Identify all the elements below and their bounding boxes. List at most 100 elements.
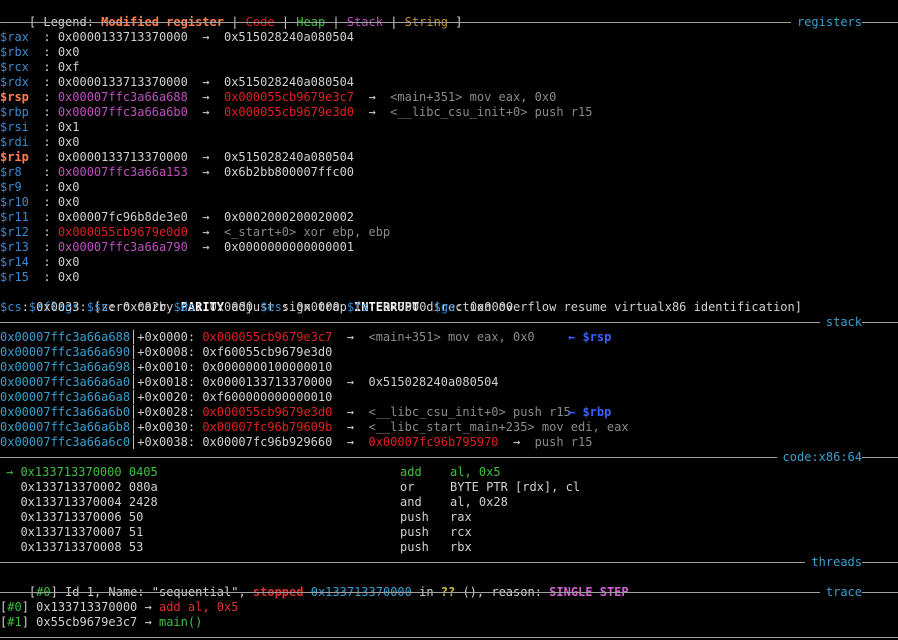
register-row[interactable]: $r9 : 0x0 [0, 180, 80, 195]
stack-address: 0x00007ffc3a66a690 [0, 345, 131, 359]
register-name: $rdi [0, 135, 29, 149]
stack-value: 0x00007fc96b929660 [202, 435, 333, 449]
stack-row[interactable]: 0x00007ffc3a66a6b0│+0x0028: 0x000055cb96… [0, 405, 571, 420]
stack-colon: : [187, 360, 203, 374]
instruction-address: 0x133713370002 [20, 480, 122, 494]
deref-value: 0x000055cb9679e3c7 [223, 90, 355, 104]
deref-arrow: → [187, 105, 224, 119]
register-row[interactable]: $r12 : 0x000055cb9679e0d0 → <_start+0> x… [0, 225, 390, 240]
trace-frame[interactable]: [#0] 0x133713370000 → add al, 0x5 [0, 600, 238, 615]
stack-colon: : [187, 435, 203, 449]
register-row[interactable]: $rcx : 0xf [0, 60, 80, 75]
deref-arrow: → [187, 210, 224, 224]
register-row[interactable]: $rsi : 0x1 [0, 120, 80, 135]
deref-value: <_start+0> xor ebp, ebp [223, 225, 391, 239]
stack-row[interactable]: 0x00007ffc3a66a6a0│+0x0018: 0x0000133713… [0, 375, 499, 390]
stack-value: 0x000055cb9679e3d0 [202, 405, 333, 419]
pc-marker [6, 540, 20, 554]
instruction-row[interactable]: 0x133713370008 53 [6, 540, 143, 555]
register-row[interactable]: $r10 : 0x0 [0, 195, 80, 210]
pc-marker [6, 525, 20, 539]
stack-row[interactable]: 0x00007ffc3a66a6a8│+0x0020: 0xf600000000… [0, 390, 332, 405]
register-value: 0x00007ffc3a66a790 [57, 240, 188, 254]
trace-section-label: trace [819, 585, 862, 600]
instruction-operands: rcx [450, 525, 472, 539]
register-value: 0x0 [57, 255, 80, 269]
segment-name: $es [260, 300, 282, 314]
instruction-row[interactable]: 0x133713370007 51 [6, 525, 143, 540]
trace-frame[interactable]: [#1] 0x55cb9679e3c7 → main() [0, 615, 202, 630]
register-colon: : [28, 45, 58, 59]
deref-value: 0x515028240a080504 [223, 30, 355, 44]
segments-line: $cs: 0x0033 $ss: 0x002b $ds: 0x0000 $es:… [0, 300, 520, 315]
register-row[interactable]: $r14 : 0x0 [0, 255, 80, 270]
deref-arrow: → [498, 435, 535, 449]
stack-value: 0xf60055cb9679e3d0 [202, 345, 333, 359]
code-section-label: code:x86:64 [776, 450, 862, 465]
register-row[interactable]: $rdi : 0x0 [0, 135, 80, 150]
register-name: $r10 [0, 195, 29, 209]
register-row[interactable]: $r13 : 0x00007ffc3a66a790 → 0x0000000000… [0, 240, 354, 255]
register-value: 0x00007fc96b8de3e0 [57, 210, 188, 224]
stack-row[interactable]: 0x00007ffc3a66a688│+0x0000: 0x000055cb96… [0, 330, 535, 345]
frame-target: add al, 0x5 [158, 600, 239, 614]
segment-name: $cs [0, 300, 22, 314]
register-row[interactable]: $rip : 0x0000133713370000 → 0x515028240a… [0, 150, 354, 165]
stack-offset: +0x0028 [137, 405, 188, 419]
stack-value: 0xf600000000000010 [202, 390, 333, 404]
code-separator [0, 457, 898, 458]
deref-arrow: → [354, 90, 391, 104]
register-row[interactable]: $r15 : 0x0 [0, 270, 80, 285]
register-row[interactable]: $r8 : 0x00007ffc3a66a153 → 0x6b2bb800007… [0, 165, 354, 180]
pc-marker [6, 510, 20, 524]
stack-colon: : [187, 375, 203, 389]
segment-gap [80, 300, 87, 314]
deref-value: 0x515028240a080504 [223, 75, 355, 89]
register-row[interactable]: $rax : 0x0000133713370000 → 0x515028240a… [0, 30, 354, 45]
stack-row[interactable]: 0x00007ffc3a66a6c0│+0x0038: 0x00007fc96b… [0, 435, 592, 450]
deref-value: 0x515028240a080504 [223, 150, 355, 164]
bracket: ] [21, 600, 37, 614]
stack-row[interactable]: 0x00007ffc3a66a698│+0x0010: 0x0000000100… [0, 360, 332, 375]
segment-value: 0x0033 [36, 300, 80, 314]
segment-name: $fs [346, 300, 369, 314]
bottom-separator [0, 637, 898, 638]
register-colon: : [28, 105, 58, 119]
register-row[interactable]: $rbx : 0x0 [0, 45, 80, 60]
register-row[interactable]: $rbp : 0x00007ffc3a66a6b0 → 0x000055cb96… [0, 105, 592, 120]
register-colon: : [28, 90, 58, 104]
deref-arrow: → [332, 435, 369, 449]
register-name: $rax [0, 30, 29, 44]
stack-colon: : [187, 345, 203, 359]
register-value: 0x0 [57, 180, 80, 194]
deref-value: <__libc_csu_init+0> push r15 [390, 105, 593, 119]
register-name: $r8 [0, 165, 29, 179]
instruction-mnemonic: push [400, 525, 429, 539]
stack-offset: +0x0020 [137, 390, 188, 404]
register-colon: : [28, 135, 58, 149]
stack-row[interactable]: 0x00007ffc3a66a690│+0x0008: 0xf60055cb96… [0, 345, 332, 360]
deref-value: <main+351> mov eax, 0x0 [390, 90, 557, 104]
register-row[interactable]: $rdx : 0x0000133713370000 → 0x515028240a… [0, 75, 354, 90]
instruction-row[interactable]: 0x133713370002 080a [6, 480, 157, 495]
stack-value: <__libc_csu_init+0> push r15 [368, 405, 571, 419]
register-row[interactable]: $r11 : 0x00007fc96b8de3e0 → 0x0002000200… [0, 210, 354, 225]
stack-row[interactable]: 0x00007ffc3a66a6b8│+0x0030: 0x00007fc96b… [0, 420, 629, 435]
segment-value: 0x0000 [209, 300, 253, 314]
current-instruction-row[interactable]: → 0x133713370000 0405 [6, 465, 158, 480]
register-row[interactable]: $rsp : 0x00007ffc3a66a688 → 0x000055cb96… [0, 90, 556, 105]
segment-colon: : [108, 300, 123, 314]
deref-arrow: → [187, 150, 224, 164]
register-name: $r14 [0, 255, 29, 269]
thread-row[interactable]: [#0] Id 1, Name: "sequential", stopped 0… [0, 570, 629, 599]
instruction-bytes: 51 [128, 525, 144, 539]
stack-address: 0x00007ffc3a66a6a0 [0, 375, 131, 389]
instruction-mnemonic: push [400, 540, 429, 554]
instruction-row[interactable]: 0x133713370004 2428 [6, 495, 157, 510]
pc-marker [6, 480, 20, 494]
instruction-row[interactable]: 0x133713370006 50 [6, 510, 143, 525]
segment-colon: : [21, 300, 37, 314]
stack-offset: +0x0000 [137, 330, 188, 344]
